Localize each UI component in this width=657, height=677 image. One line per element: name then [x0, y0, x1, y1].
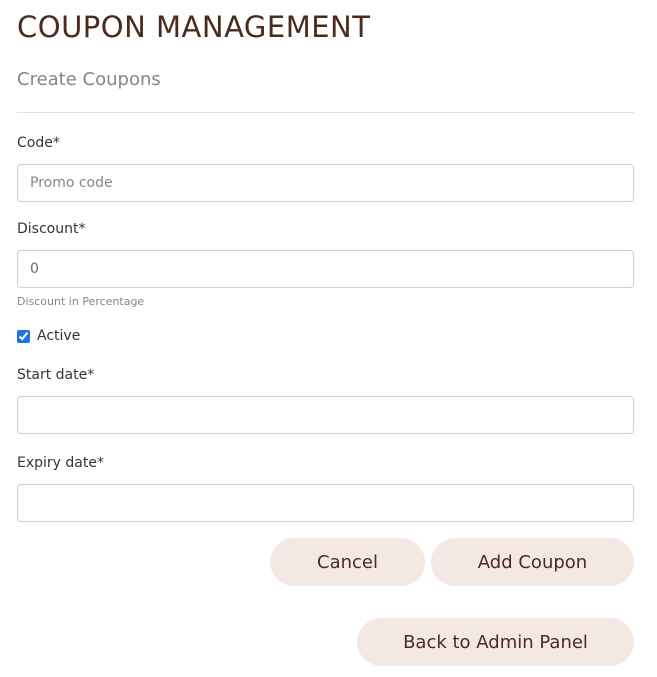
active-checkbox[interactable] [17, 329, 30, 343]
discount-label: Discount* [17, 221, 86, 237]
discount-input[interactable] [17, 250, 634, 288]
section-divider [17, 112, 634, 113]
start-date-label: Start date* [17, 367, 95, 383]
form-actions: Cancel Add Coupon [17, 538, 634, 586]
back-to-admin-button[interactable]: Back to Admin Panel [357, 618, 634, 666]
expiry-date-label: Expiry date* [17, 455, 104, 471]
code-input[interactable] [17, 164, 634, 202]
page-title: COUPON MANAGEMENT [17, 10, 371, 44]
coupon-management-page: COUPON MANAGEMENT Create Coupons Code* D… [0, 0, 657, 677]
start-date-input[interactable] [17, 396, 634, 434]
code-group: Code* [17, 134, 634, 202]
section-title: Create Coupons [17, 69, 161, 90]
discount-help-text: Discount in Percentage [17, 295, 145, 308]
active-label: Active [37, 328, 81, 344]
start-date-group: Start date* [17, 366, 634, 434]
code-label: Code* [17, 135, 60, 151]
add-coupon-button[interactable]: Add Coupon [431, 538, 634, 586]
active-row: Active [17, 326, 634, 346]
expiry-date-input[interactable] [17, 484, 634, 522]
back-row: Back to Admin Panel [17, 618, 634, 666]
discount-group: Discount* Discount in Percentage [17, 220, 634, 309]
cancel-button[interactable]: Cancel [270, 538, 425, 586]
create-coupon-form: Code* Discount* Discount in Percentage A… [17, 134, 634, 586]
expiry-date-group: Expiry date* [17, 454, 634, 522]
